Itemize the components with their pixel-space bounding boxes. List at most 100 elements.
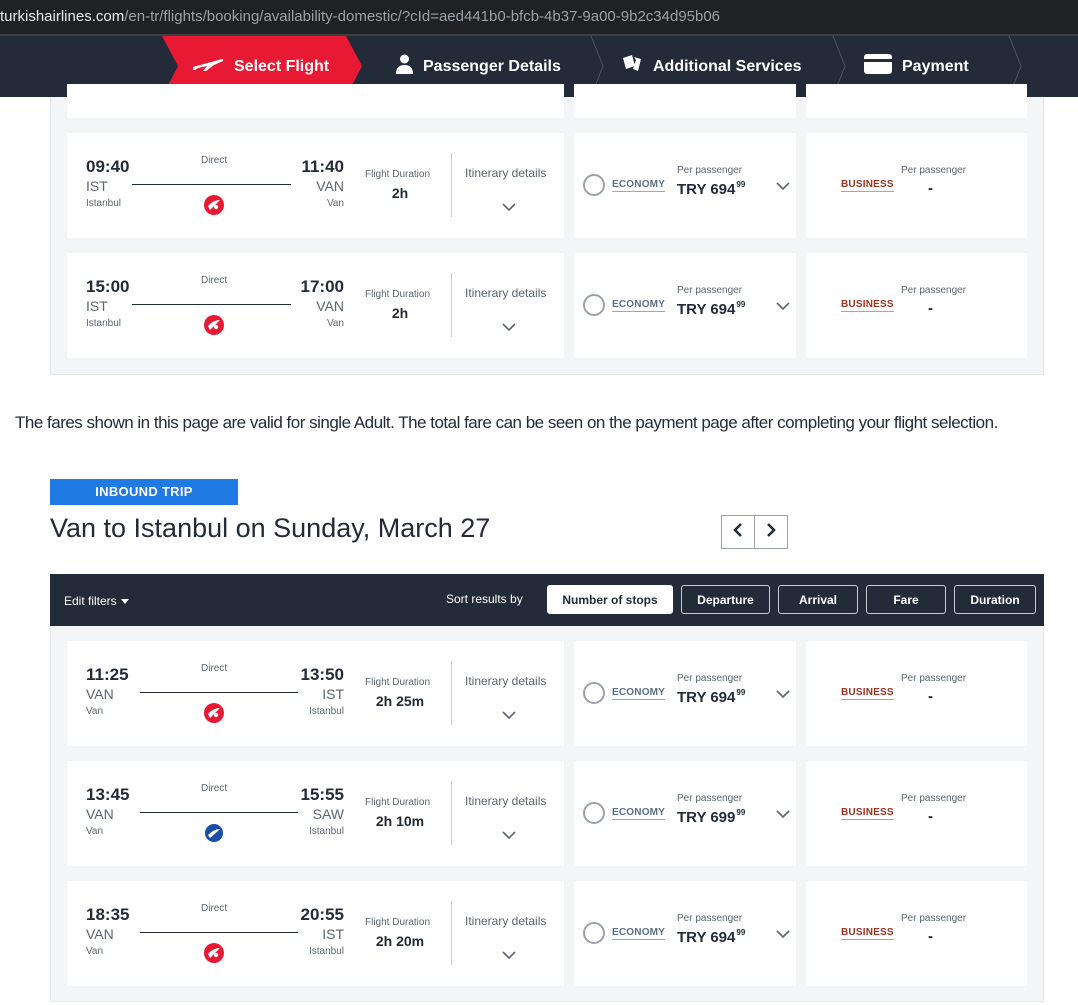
itinerary-details-link[interactable]: Itinerary details [465, 166, 546, 180]
departure-city: Van [86, 946, 104, 957]
arrival-city: Istanbul [308, 946, 344, 957]
chevron-down-icon[interactable] [776, 298, 790, 316]
itinerary-details-link[interactable]: Itinerary details [465, 674, 546, 688]
inbound-trip-badge: INBOUND TRIP [50, 479, 238, 505]
flight-duration-value: 2h [391, 305, 409, 321]
economy-fare-radio[interactable] [583, 922, 605, 944]
economy-fare-card[interactable]: ECONOMY Per passenger TRY 69499 [574, 253, 796, 358]
per-passenger-label: Per passenger [901, 673, 967, 684]
departure-time: 13:45 [86, 785, 130, 804]
itinerary-details-link[interactable]: Itinerary details [465, 794, 546, 808]
arrival-time: 13:50 [300, 665, 344, 684]
stops-label: Direct [201, 783, 228, 794]
chevron-left-icon [733, 522, 743, 542]
departure-city: Van [86, 706, 104, 717]
business-cabin-label: BUSINESS [841, 299, 894, 312]
flight-duration-label: Flight Duration [365, 917, 431, 928]
sort-fare-button[interactable]: Fare [866, 585, 946, 614]
chevron-down-icon[interactable] [502, 947, 516, 965]
departure-airport-code: IST [86, 298, 108, 314]
sort-filter-bar: Edit filters Sort results by Number of s… [50, 574, 1044, 626]
price-decimals: 99 [736, 928, 746, 937]
route-line [132, 304, 291, 305]
step-label: Select Flight [234, 57, 330, 75]
flight-duration-label: Flight Duration [365, 289, 431, 300]
business-fare-card: BUSINESS Per passenger - [806, 133, 1027, 238]
route-line [132, 184, 291, 185]
economy-cabin-label: ECONOMY [612, 179, 666, 192]
sort-arrival-button[interactable]: Arrival [778, 585, 858, 614]
economy-fare-card[interactable]: ECONOMY Per passenger TRY 69999 [574, 761, 796, 866]
sort-results-label: Sort results by [446, 592, 523, 606]
edit-filters-button[interactable]: Edit filters [64, 594, 130, 608]
departure-airport-code: IST [86, 178, 108, 194]
flight-row: 13:45 VAN Van Direct 15:55 SAW Istanbul … [67, 761, 1027, 866]
per-passenger-label: Per passenger [677, 165, 743, 176]
chevron-down-icon[interactable] [502, 827, 516, 845]
chevron-down-icon[interactable] [502, 199, 516, 217]
departure-airport-code: VAN [86, 806, 114, 822]
business-price: - [928, 180, 933, 197]
business-price: - [928, 928, 933, 945]
sort-duration-button[interactable]: Duration [954, 585, 1036, 614]
person-icon [396, 54, 413, 79]
previous-day-button[interactable] [722, 516, 754, 548]
economy-cabin-label: ECONOMY [612, 299, 666, 312]
economy-cabin-label: ECONOMY [612, 927, 666, 940]
flight-info-card[interactable]: 13:45 VAN Van Direct 15:55 SAW Istanbul … [67, 761, 564, 866]
itinerary-details-link[interactable]: Itinerary details [465, 286, 546, 300]
chevron-down-icon[interactable] [502, 707, 516, 725]
arrival-time: 11:40 [301, 157, 344, 176]
arrival-city: Istanbul [308, 826, 344, 837]
inbound-route-title: Van to Istanbul on Sunday, March 27 [50, 513, 491, 543]
flight-info-card[interactable]: 09:40 IST Istanbul Direct 11:40 VAN Van … [67, 133, 564, 238]
itinerary-details-link[interactable]: Itinerary details [465, 914, 546, 928]
price-decimals: 99 [736, 180, 746, 189]
departure-city: Istanbul [86, 198, 122, 209]
airline-logo-icon [204, 943, 224, 963]
per-passenger-label: Per passenger [901, 793, 967, 804]
departure-airport-code: VAN [86, 926, 114, 942]
economy-fare-card[interactable]: ECONOMY Per passenger TRY 69499 [574, 881, 796, 986]
chevron-down-icon[interactable] [776, 686, 790, 704]
arrival-city: Istanbul [308, 706, 344, 717]
arrival-airport-code: VAN [316, 178, 344, 194]
chevron-down-icon[interactable] [776, 178, 790, 196]
edit-filters-label: Edit filters [64, 594, 117, 608]
card-icon [864, 54, 892, 79]
flight-duration-value: 2h 20m [375, 933, 425, 949]
plane-icon [192, 56, 224, 77]
flight-row-partial [67, 84, 1027, 118]
economy-fare-radio[interactable] [583, 294, 605, 316]
economy-fare-card[interactable]: ECONOMY Per passenger TRY 69499 [574, 133, 796, 238]
chevron-down-icon[interactable] [776, 806, 790, 824]
flight-info-card[interactable]: 18:35 VAN Van Direct 20:55 IST Istanbul … [67, 881, 564, 986]
price-decimals: 99 [736, 300, 746, 309]
airline-logo-icon [204, 195, 224, 215]
per-passenger-label: Per passenger [677, 793, 743, 804]
chevron-down-icon[interactable] [502, 319, 516, 337]
per-passenger-label: Per passenger [901, 165, 967, 176]
price-amount: TRY 699 [677, 809, 736, 826]
economy-cabin-label: ECONOMY [612, 807, 666, 820]
address-bar[interactable]: turkishairlines.com/en-tr/flights/bookin… [0, 0, 1078, 34]
airline-logo-icon [204, 703, 224, 723]
flight-info-card[interactable]: 15:00 IST Istanbul Direct 17:00 VAN Van … [67, 253, 564, 358]
chevron-down-icon[interactable] [776, 926, 790, 944]
flight-info-card[interactable]: 11:25 VAN Van Direct 13:50 IST Istanbul … [67, 641, 564, 746]
step-label: Passenger Details [423, 57, 561, 75]
sort-departure-button[interactable]: Departure [681, 585, 770, 614]
economy-fare-radio[interactable] [583, 174, 605, 196]
stops-label: Direct [201, 903, 228, 914]
airline-logo-icon [204, 315, 224, 335]
departure-city: Van [86, 826, 104, 837]
economy-fare-radio[interactable] [583, 682, 605, 704]
price-amount: TRY 694 [677, 929, 736, 946]
economy-fare-radio[interactable] [583, 802, 605, 824]
arrival-airport-code: VAN [316, 298, 344, 314]
next-day-button[interactable] [754, 516, 787, 548]
economy-fare-card[interactable]: ECONOMY Per passenger TRY 69499 [574, 641, 796, 746]
business-price: - [928, 688, 933, 705]
sort-number-of-stops-button[interactable]: Number of stops [547, 585, 673, 614]
stops-label: Direct [201, 663, 228, 674]
